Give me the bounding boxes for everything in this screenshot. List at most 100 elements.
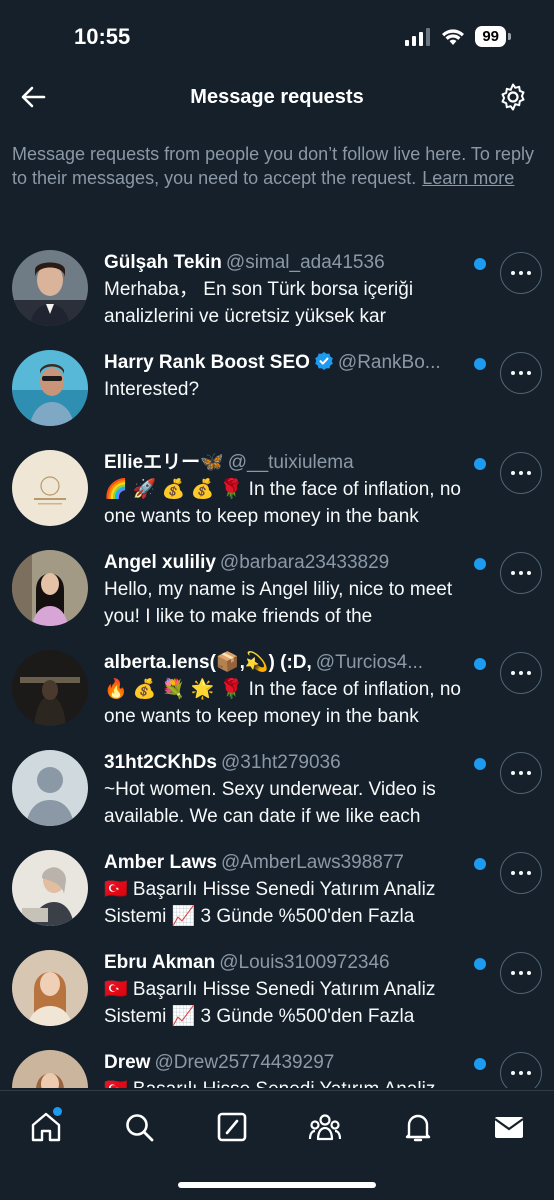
avatar[interactable] bbox=[12, 1050, 88, 1088]
sender-handle: @RankBo... bbox=[337, 352, 441, 373]
nav-communities[interactable] bbox=[307, 1109, 343, 1145]
message-request-list: Gülşah Tekin @simal_ada41536 Merhaba， En … bbox=[0, 238, 554, 1088]
unread-indicator bbox=[474, 958, 486, 970]
more-options-button[interactable] bbox=[500, 452, 542, 494]
message-request-row[interactable]: Ellieエリー🦋 @__tuixiulema 🌈 🚀 💰 💰 🌹 In the … bbox=[0, 438, 554, 538]
avatar[interactable] bbox=[12, 750, 88, 826]
sender-name: Ellieエリー🦋 bbox=[104, 452, 224, 473]
sender-name: Amber Laws bbox=[104, 852, 217, 873]
communities-icon bbox=[308, 1114, 342, 1141]
wifi-icon bbox=[442, 28, 465, 45]
more-options-button[interactable] bbox=[500, 652, 542, 694]
nav-home[interactable] bbox=[28, 1107, 64, 1145]
more-options-button[interactable] bbox=[500, 252, 542, 294]
envelope-icon bbox=[494, 1117, 524, 1138]
message-preview: Interested? bbox=[104, 379, 200, 400]
home-notification-dot bbox=[53, 1107, 62, 1116]
sender-line: Drew @Drew25774439297 bbox=[104, 1050, 464, 1076]
sender-line: Gülşah Tekin @simal_ada41536 bbox=[104, 250, 464, 276]
battery-indicator: 99 bbox=[475, 26, 511, 47]
message-request-row[interactable]: Gülşah Tekin @simal_ada41536 Merhaba， En … bbox=[0, 238, 554, 338]
message-preview: 🇹🇷 Başarılı Hisse Senedi Yatırım Analiz … bbox=[104, 879, 436, 927]
message-request-row[interactable]: Amber Laws @AmberLaws398877 🇹🇷 Başarılı H… bbox=[0, 838, 554, 938]
search-icon bbox=[126, 1114, 154, 1142]
sender-handle: @Drew25774439297 bbox=[154, 1052, 335, 1073]
status-bar: 10:55 99 bbox=[0, 0, 554, 70]
sender-line: Ellieエリー🦋 @__tuixiulema bbox=[104, 450, 464, 476]
message-request-row[interactable]: Ebru Akman @Louis3100972346 🇹🇷 Başarılı H… bbox=[0, 938, 554, 1038]
message-request-row[interactable]: alberta.lens(📦,💫) (:D, @Turcios4... 🔥 💰 💐… bbox=[0, 638, 554, 738]
unread-indicator bbox=[474, 258, 486, 270]
avatar[interactable] bbox=[12, 950, 88, 1026]
sender-line: Harry Rank Boost SEO @RankBo... bbox=[104, 350, 464, 376]
status-icons: 99 bbox=[405, 26, 511, 47]
more-options-button[interactable] bbox=[500, 952, 542, 994]
avatar[interactable] bbox=[12, 250, 88, 326]
unread-indicator bbox=[474, 558, 486, 570]
message-preview: 🌈 🚀 💰 💰 🌹 In the face of inflation, no o… bbox=[104, 479, 461, 527]
grok-icon bbox=[217, 1112, 247, 1142]
avatar[interactable] bbox=[12, 350, 88, 426]
sender-name: Drew bbox=[104, 1052, 151, 1073]
sender-name: alberta.lens(📦,💫) (:D, bbox=[104, 652, 312, 673]
learn-more-link[interactable]: Learn more bbox=[422, 168, 514, 188]
verified-badge-icon bbox=[315, 352, 333, 370]
default-avatar-icon bbox=[12, 750, 88, 826]
sender-handle: @barbara23433829 bbox=[219, 552, 390, 573]
avatar[interactable] bbox=[12, 450, 88, 526]
more-options-button[interactable] bbox=[500, 852, 542, 894]
sender-name: Angel xuliliy bbox=[104, 552, 216, 573]
more-options-button[interactable] bbox=[500, 352, 542, 394]
sender-handle: @31ht279036 bbox=[220, 752, 341, 773]
message-request-row[interactable]: Drew@Drew25774439297 🇹🇷 Başarılı Hisse S… bbox=[0, 1038, 554, 1088]
message-preview: 🔥 💰 💐 🌟 🌹 In the face of inflation, no o… bbox=[104, 679, 461, 727]
message-preview: ~Hot women. Sexy underwear. Video is ava… bbox=[104, 779, 436, 827]
sender-name: Ebru Akman bbox=[104, 952, 216, 973]
more-options-button[interactable] bbox=[500, 1052, 542, 1088]
bell-icon bbox=[405, 1114, 431, 1142]
unread-indicator bbox=[474, 858, 486, 870]
sender-handle: @simal_ada41536 bbox=[225, 252, 385, 273]
unread-indicator bbox=[474, 358, 486, 370]
sender-name: Gülşah Tekin bbox=[104, 252, 222, 273]
sender-line: Ebru Akman @Louis3100972346 bbox=[104, 950, 464, 976]
unread-indicator bbox=[474, 458, 486, 470]
nav-messages[interactable] bbox=[491, 1109, 527, 1145]
sender-line: Angel xuliliy @barbara23433829 bbox=[104, 550, 464, 576]
avatar[interactable] bbox=[12, 650, 88, 726]
header: Message requests bbox=[0, 70, 554, 126]
avatar[interactable] bbox=[12, 550, 88, 626]
sender-handle: @__tuixiulema bbox=[227, 452, 354, 473]
settings-button[interactable] bbox=[498, 82, 528, 112]
status-time: 10:55 bbox=[74, 24, 131, 49]
gear-icon bbox=[501, 83, 525, 111]
message-preview: Merhaba， En son Türk borsa içeriği anali… bbox=[104, 279, 414, 327]
message-preview: 🇹🇷 Başarılı Hisse Senedi Yatırım Analiz bbox=[104, 1076, 488, 1088]
nav-notifications[interactable] bbox=[400, 1109, 436, 1145]
sender-line: 31ht2CKhDs @31ht279036 bbox=[104, 750, 464, 776]
sender-handle: @Louis3100972346 bbox=[219, 952, 390, 973]
message-request-row[interactable]: 31ht2CKhDs @31ht279036 ~Hot women. Sexy u… bbox=[0, 738, 554, 838]
back-button[interactable] bbox=[18, 82, 48, 112]
unread-indicator bbox=[474, 658, 486, 670]
unread-indicator bbox=[474, 758, 486, 770]
message-preview: 🇹🇷 Başarılı Hisse Senedi Yatırım Analiz … bbox=[104, 979, 436, 1027]
message-request-row[interactable]: Harry Rank Boost SEO @RankBo... Intereste… bbox=[0, 338, 554, 438]
info-text: Message requests from people you don’t f… bbox=[12, 142, 546, 190]
page-title: Message requests bbox=[190, 86, 364, 108]
sender-handle: @AmberLaws398877 bbox=[220, 852, 404, 873]
more-options-button[interactable] bbox=[500, 552, 542, 594]
more-options-button[interactable] bbox=[500, 752, 542, 794]
sender-line: alberta.lens(📦,💫) (:D, @Turcios4... bbox=[104, 650, 464, 676]
sender-handle: @Turcios4... bbox=[315, 652, 424, 673]
back-arrow-icon bbox=[21, 86, 46, 108]
sender-name: Harry Rank Boost SEO bbox=[104, 352, 310, 373]
nav-grok[interactable] bbox=[214, 1109, 250, 1145]
message-preview: Hello, my name is Angel liliy, nice to m… bbox=[104, 579, 453, 627]
message-request-row[interactable]: Angel xuliliy @barbara23433829 Hello, my … bbox=[0, 538, 554, 638]
sender-line: Amber Laws @AmberLaws398877 bbox=[104, 850, 464, 876]
signal-icon bbox=[405, 27, 431, 46]
sender-name: 31ht2CKhDs bbox=[104, 752, 217, 773]
nav-search[interactable] bbox=[121, 1109, 157, 1145]
avatar[interactable] bbox=[12, 850, 88, 926]
